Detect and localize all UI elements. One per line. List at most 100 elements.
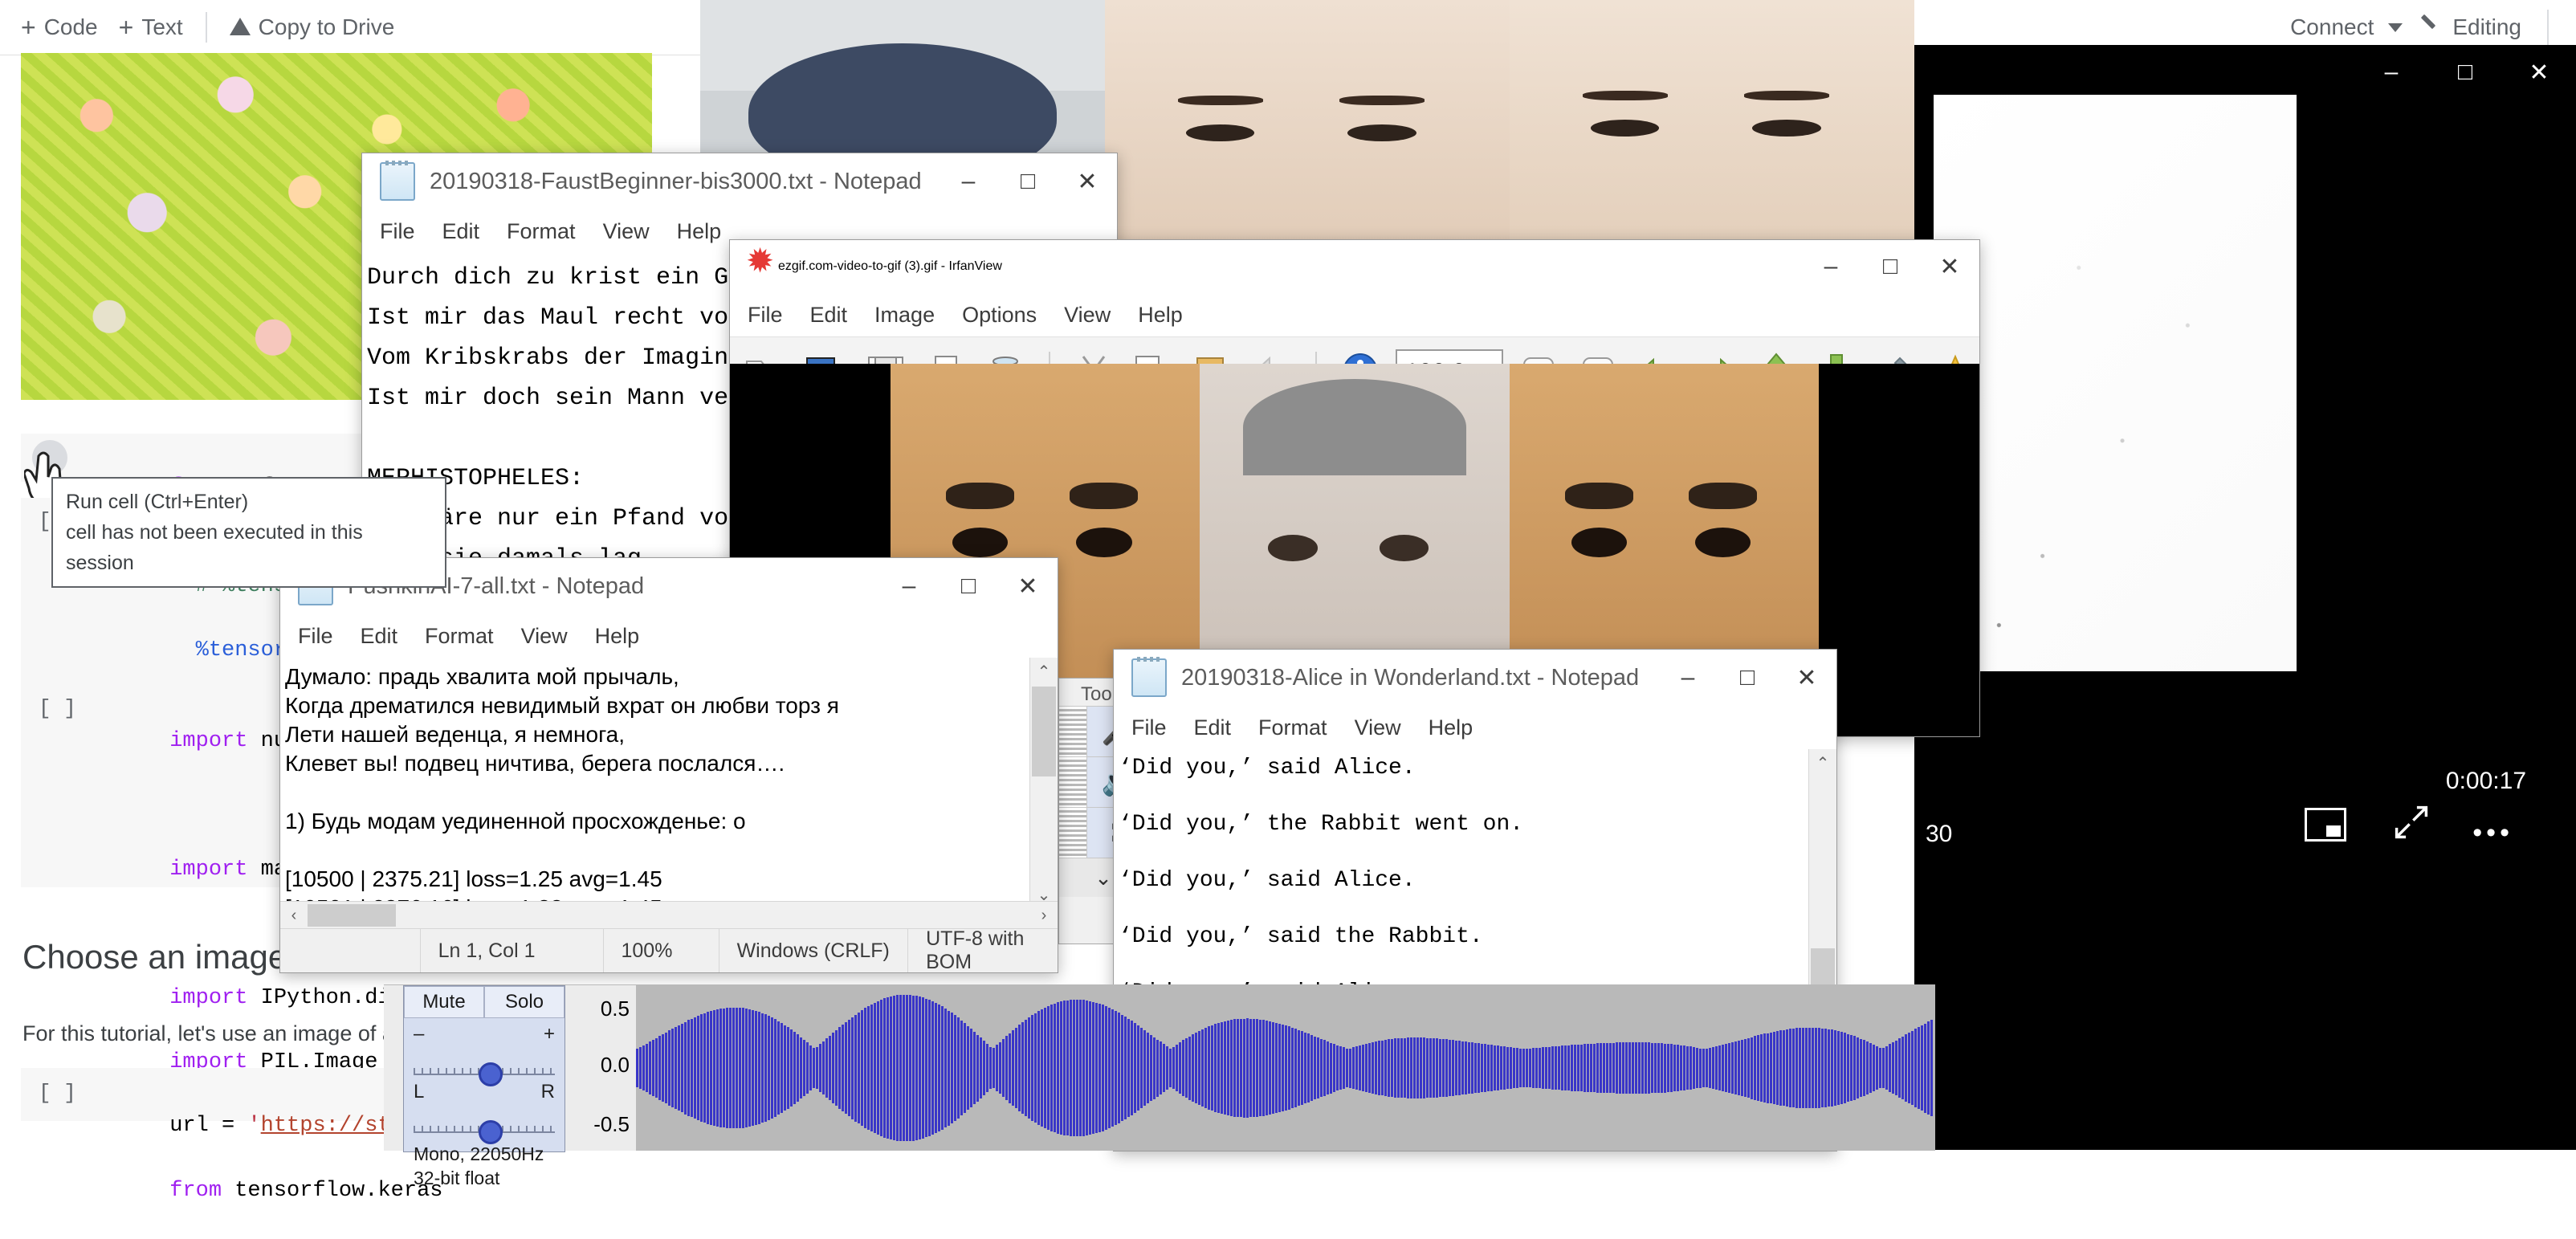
pan-left-label: L [414, 1081, 425, 1102]
maximize-button[interactable]: □ [1861, 238, 1920, 295]
gain-slider[interactable] [414, 1054, 555, 1086]
menu-format[interactable]: Format [507, 219, 576, 244]
chevron-down-icon[interactable] [2388, 22, 2403, 32]
menu-format[interactable]: Format [425, 624, 494, 649]
menu-file[interactable]: File [1131, 715, 1167, 740]
paragraph-text: For this tutorial, let's use an image of… [22, 1021, 401, 1045]
encoding: UTF-8 with BOM [907, 927, 1058, 973]
menu-format[interactable]: Format [1258, 715, 1327, 740]
drive-icon [229, 18, 251, 37]
eye [1347, 124, 1417, 141]
plus-icon: + [21, 12, 36, 42]
ruler-tick-0.0: 0.0 [600, 1053, 630, 1077]
tooltip-line-2: cell has not been executed in this sessi… [66, 521, 363, 574]
menu-help[interactable]: Help [595, 624, 640, 649]
eyebrow [1339, 96, 1425, 106]
minimize-button[interactable]: – [1658, 650, 1718, 706]
menubar[interactable]: File Edit Format View Help [280, 614, 1058, 658]
menu-help[interactable]: Help [677, 219, 722, 244]
pan-slider[interactable] [414, 1111, 555, 1144]
pencil-icon[interactable] [2417, 17, 2438, 38]
eyebrow [1070, 483, 1139, 509]
eye [1379, 535, 1429, 561]
scrollbar-thumb[interactable] [1032, 687, 1056, 776]
tooltip-line-1: Run cell (Ctrl+Enter) [66, 491, 249, 513]
add-code-cell-button[interactable]: + Code [21, 13, 98, 43]
scrollbar-thumb[interactable] [308, 904, 396, 927]
close-button[interactable]: ✕ [1920, 238, 1979, 295]
toolbar-grip[interactable] [1059, 808, 1087, 858]
notepad-window-pushkin[interactable]: PushkinAI-7-all.txt - Notepad – □ ✕ File… [279, 557, 1058, 973]
toolbar-grip[interactable] [1059, 707, 1087, 756]
eyebrow [1582, 91, 1668, 101]
scroll-up-icon[interactable]: ⌃ [1030, 658, 1058, 685]
horizontal-scrollbar[interactable]: ‹ › [280, 901, 1058, 929]
slider-knob[interactable] [478, 1120, 503, 1144]
menu-edit[interactable]: Edit [361, 624, 398, 649]
ruler-tick--0.5: -0.5 [593, 1112, 630, 1136]
menu-edit[interactable]: Edit [1194, 715, 1232, 740]
run-cell-tooltip: Run cell (Ctrl+Enter) cell has not been … [51, 477, 446, 588]
eye [1694, 528, 1751, 558]
scroll-right-icon[interactable]: › [1030, 907, 1058, 925]
menu-file[interactable]: File [298, 624, 333, 649]
scroll-up-icon[interactable]: ⌃ [1809, 749, 1836, 776]
maximize-button[interactable]: □ [1718, 650, 1777, 706]
menu-help[interactable]: Help [1429, 715, 1473, 740]
menu-help[interactable]: Help [1138, 303, 1183, 328]
eye [1571, 528, 1628, 558]
cell-prompt: [ ] [39, 1081, 76, 1105]
close-button[interactable]: ✕ [1777, 650, 1836, 706]
fullscreen-icon[interactable] [2393, 804, 2430, 841]
maximize-button[interactable]: □ [998, 153, 1058, 210]
menu-file[interactable]: File [380, 219, 415, 244]
menu-view[interactable]: View [603, 219, 650, 244]
titlebar[interactable]: 20190318-FaustBeginner-bis3000.txt - Not… [362, 153, 1117, 210]
minimize-button[interactable]: – [1801, 238, 1861, 295]
scroll-left-icon[interactable]: ‹ [280, 907, 308, 925]
menu-edit[interactable]: Edit [810, 303, 848, 328]
menubar[interactable]: File Edit Image Options View Help [730, 293, 1979, 336]
window-title: ezgif.com-video-to-gif (3).gif - IrfanVi… [778, 259, 1002, 273]
copy-to-drive-button[interactable]: Copy to Drive [229, 14, 394, 40]
maximize-button[interactable]: □ [2428, 45, 2502, 100]
more-options-icon[interactable]: ••• [2472, 817, 2513, 849]
menu-edit[interactable]: Edit [442, 219, 480, 244]
add-text-cell-button[interactable]: + Text [119, 13, 183, 43]
eyebrow [1744, 91, 1830, 101]
menubar[interactable]: File Edit Format View Help [1114, 706, 1836, 749]
menu-view[interactable]: View [1064, 303, 1111, 328]
vertical-scrollbar[interactable]: ⌃ ⌄ [1029, 658, 1058, 908]
audacity-track-control-panel[interactable]: Mute Solo – + L R Mono, 22050Hz 32-bit f… [403, 985, 565, 1188]
close-button[interactable]: ✕ [1058, 153, 1117, 210]
statusbar: Ln 1, Col 1 100% Windows (CRLF) UTF-8 wi… [280, 927, 1058, 973]
ruler-tick-0.5: 0.5 [600, 996, 630, 1021]
maximize-button[interactable]: □ [939, 558, 998, 614]
close-button[interactable]: ✕ [2502, 45, 2576, 100]
cell-prompt: [ ] [39, 696, 76, 720]
titlebar[interactable]: ezgif.com-video-to-gif (3).gif - IrfanVi… [730, 240, 1979, 293]
slider-knob[interactable] [478, 1062, 503, 1086]
connect-label[interactable]: Connect [2290, 14, 2374, 40]
menu-file[interactable]: File [748, 303, 783, 328]
minimize-button[interactable]: – [879, 558, 939, 614]
close-button[interactable]: ✕ [998, 558, 1058, 614]
picture-in-picture-icon[interactable] [2305, 808, 2346, 842]
menu-image[interactable]: Image [874, 303, 935, 328]
menu-view[interactable]: View [1355, 715, 1401, 740]
minimize-button[interactable]: – [939, 153, 998, 210]
audio-waveform[interactable] [636, 985, 1935, 1151]
eye [1590, 120, 1660, 137]
menu-view[interactable]: View [521, 624, 568, 649]
editing-label[interactable]: Editing [2452, 14, 2521, 40]
toolbar-grip[interactable] [1059, 757, 1087, 807]
mute-button[interactable]: Mute [404, 986, 484, 1018]
video-timestamp: 0:00:17 [2445, 768, 2526, 794]
eye [1268, 535, 1318, 561]
solo-button[interactable]: Solo [484, 986, 565, 1018]
menu-options[interactable]: Options [962, 303, 1037, 328]
eye [952, 528, 1009, 558]
titlebar[interactable]: 20190318-Alice in Wonderland.txt - Notep… [1114, 650, 1836, 706]
minimize-button[interactable]: – [2354, 45, 2428, 100]
video-titlebar: – □ ✕ [1914, 45, 2576, 100]
